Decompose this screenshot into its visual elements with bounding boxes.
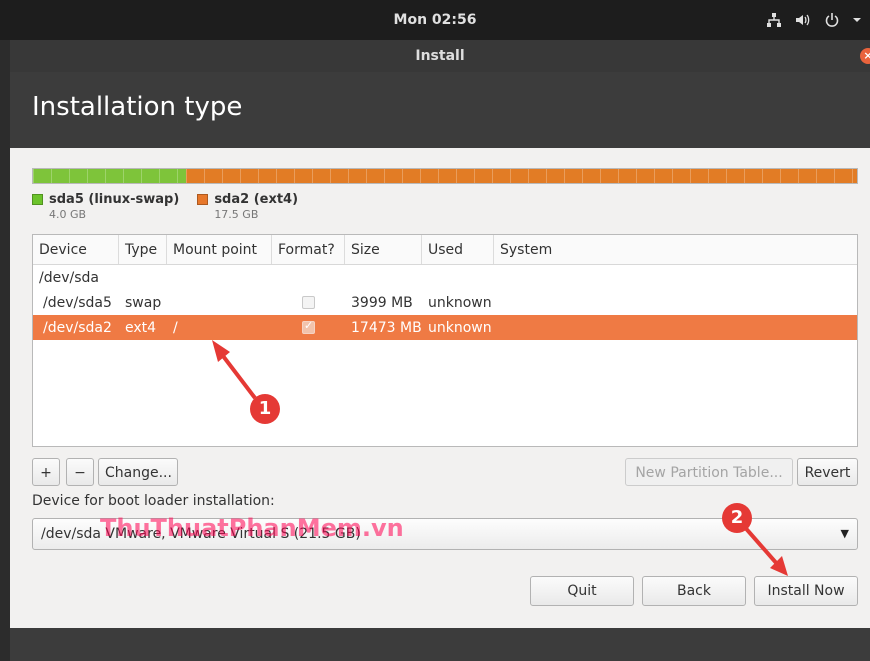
boot-loader-label: Device for boot loader installation:	[32, 493, 275, 509]
chevron-down-icon[interactable]	[852, 15, 862, 25]
window-title: Install	[415, 48, 465, 64]
remove-partition-button[interactable]: −	[66, 458, 94, 486]
network-icon[interactable]	[766, 12, 782, 28]
legend-label: sda5 (linux-swap)	[49, 192, 180, 207]
volume-icon[interactable]	[794, 12, 812, 28]
watermark-logo: ThuThuatPhanMem.vn	[100, 514, 404, 542]
add-partition-button[interactable]: +	[32, 458, 60, 486]
partition-table[interactable]: Device Type Mount point Format? Size Used Syst…	[32, 234, 858, 447]
format-cell	[272, 296, 345, 309]
legend-size: 17.5 GB	[214, 208, 259, 221]
bottom-progress-area	[10, 628, 870, 661]
column-header-system[interactable]: System	[494, 235, 857, 264]
format-cell	[272, 321, 345, 334]
partition-legend: sda5 (linux-swap) 4.0 GB sda2 (ext4) 17.5 G…	[32, 192, 298, 221]
top-panel: Mon 02:56	[0, 0, 870, 40]
legend-size: 4.0 GB	[49, 208, 87, 221]
cell-device: /dev/sda5	[43, 294, 112, 311]
cell-size: 17473 MB	[351, 319, 422, 336]
legend-item: sda2 (ext4) 17.5 GB	[197, 192, 298, 221]
cell-used: unknown	[428, 294, 492, 311]
clock[interactable]: Mon 02:56	[0, 0, 870, 40]
column-header-format[interactable]: Format?	[272, 235, 345, 264]
legend-label: sda2 (ext4)	[214, 192, 299, 207]
annotation-badge-1: 1	[250, 394, 280, 424]
column-header-device[interactable]: Device	[33, 235, 119, 264]
column-header-used[interactable]: Used	[422, 235, 494, 264]
annotation-badge-2: 2	[722, 503, 752, 533]
disk-segment-sda2	[186, 169, 857, 183]
back-button[interactable]: Back	[642, 576, 746, 606]
cell-device: /dev/sda	[39, 269, 99, 286]
quit-button[interactable]: Quit	[530, 576, 634, 606]
close-icon[interactable]: ×	[860, 48, 870, 64]
table-body: /dev/sda/dev/sda5 swap 3999 MB unknown/dev/…	[33, 265, 857, 340]
system-tray	[766, 0, 862, 40]
table-row[interactable]: /dev/sda	[33, 265, 857, 290]
change-partition-button[interactable]: Change...	[98, 458, 178, 486]
disk-segment-sda5	[33, 169, 187, 183]
table-row[interactable]: /dev/sda2 ext4 / 17473 MB unknown	[33, 315, 857, 340]
cell-mount: /	[173, 319, 178, 336]
column-header-type[interactable]: Type	[119, 235, 167, 264]
column-header-mount-point[interactable]: Mount point	[167, 235, 272, 264]
cell-used: unknown	[428, 319, 492, 336]
page-header: Installation type	[10, 72, 870, 148]
cell-type: ext4	[125, 319, 157, 336]
dropdown-arrow-icon: ▼	[840, 527, 849, 540]
format-checkbox[interactable]	[302, 321, 315, 334]
legend-item: sda5 (linux-swap) 4.0 GB	[32, 192, 179, 221]
disk-usage-bar	[32, 168, 858, 184]
installer-window: Install × Installation type sda5 (linux-…	[10, 40, 870, 661]
table-row[interactable]: /dev/sda5 swap 3999 MB unknown	[33, 290, 857, 315]
table-header: Device Type Mount point Format? Size Used Syst…	[33, 235, 857, 265]
page-title: Installation type	[32, 92, 243, 122]
legend-swatch	[197, 194, 209, 205]
column-header-size[interactable]: Size	[345, 235, 422, 264]
window-titlebar[interactable]: Install ×	[10, 40, 870, 72]
power-icon[interactable]	[824, 12, 840, 28]
install-now-button[interactable]: Install Now	[754, 576, 858, 606]
format-checkbox[interactable]	[302, 296, 315, 309]
new-partition-table-button[interactable]: New Partition Table...	[625, 458, 793, 486]
legend-top: sda5 (linux-swap)	[32, 192, 179, 207]
cell-type: swap	[125, 294, 162, 311]
cell-device: /dev/sda2	[43, 319, 112, 336]
legend-top: sda2 (ext4)	[197, 192, 298, 207]
cell-size: 3999 MB	[351, 294, 413, 311]
legend-swatch	[32, 194, 43, 205]
revert-button[interactable]: Revert	[797, 458, 858, 486]
